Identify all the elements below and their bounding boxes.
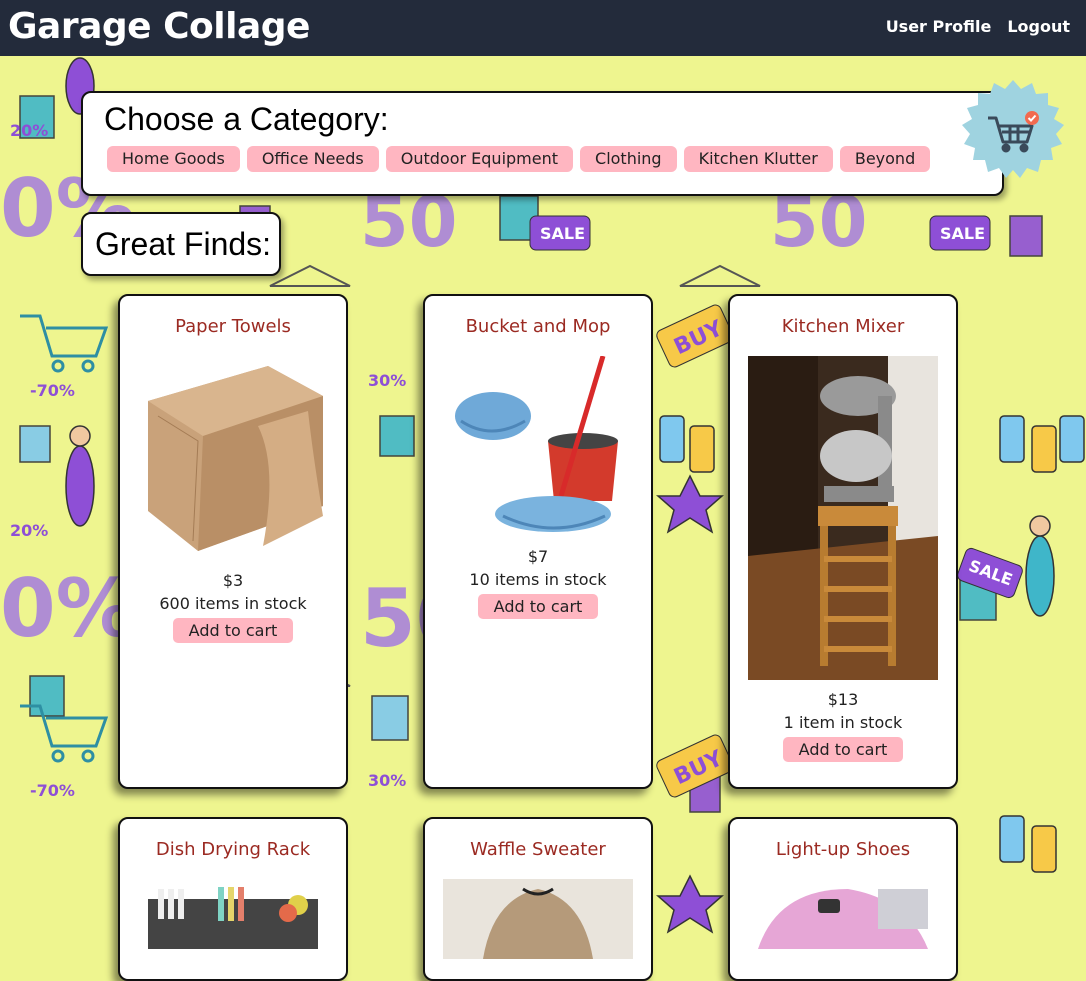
svg-text:SALE: SALE	[540, 224, 585, 243]
product-title: Paper Towels	[175, 316, 291, 337]
product-title: Dish Drying Rack	[155, 839, 311, 860]
top-navbar: Garage Collage User Profile Logout	[0, 0, 1086, 56]
category-beyond[interactable]: Beyond	[839, 146, 931, 172]
product-stock: 1 item in stock	[783, 713, 903, 732]
category-panel: Choose a Category: Home Goods Office Nee…	[81, 91, 1004, 196]
product-image-waffle-sweater[interactable]	[443, 879, 633, 959]
add-to-cart-button[interactable]: Add to cart	[782, 737, 904, 762]
svg-text:20%: 20%	[10, 121, 48, 140]
svg-text:SALE: SALE	[940, 224, 985, 243]
category-clothing[interactable]: Clothing	[580, 146, 677, 172]
nav-links: User Profile Logout	[886, 17, 1070, 36]
product-card-waffle-sweater: Waffle Sweater	[423, 817, 653, 981]
category-office-needs[interactable]: Office Needs	[246, 146, 379, 172]
svg-text:-70%: -70%	[30, 381, 75, 400]
product-title: Bucket and Mop	[465, 316, 611, 337]
svg-text:-70%: -70%	[30, 781, 75, 800]
category-outdoor-equipment[interactable]: Outdoor Equipment	[385, 146, 574, 172]
product-image-bucket-and-mop[interactable]	[443, 356, 633, 537]
great-finds-heading: Great Finds:	[95, 226, 272, 262]
product-card-paper-towels: Paper Towels $3 600 items in stock Add t…	[118, 294, 348, 789]
user-profile-link[interactable]: User Profile	[886, 17, 992, 36]
product-title: Waffle Sweater	[470, 839, 606, 860]
product-title: Light-up Shoes	[775, 839, 911, 860]
product-price: $3	[222, 571, 244, 590]
logout-link[interactable]: Logout	[1007, 17, 1070, 36]
great-finds-panel: Great Finds:	[81, 212, 281, 276]
product-image-kitchen-mixer[interactable]	[748, 356, 938, 680]
add-to-cart-button[interactable]: Add to cart	[477, 594, 599, 619]
product-card-kitchen-mixer: Kitchen Mixer $13 1 item in stock Add to…	[728, 294, 958, 789]
product-image-paper-towels[interactable]	[138, 356, 328, 561]
product-image-light-up-shoes[interactable]	[748, 879, 938, 959]
product-card-bucket-and-mop: Bucket and Mop $7 10 items in stock Add …	[423, 294, 653, 789]
product-price: $7	[527, 547, 549, 566]
category-heading: Choose a Category:	[104, 101, 389, 137]
svg-text:30%: 30%	[368, 371, 406, 390]
svg-text:0%: 0%	[0, 562, 136, 655]
product-stock: 600 items in stock	[159, 594, 307, 613]
svg-text:30%: 30%	[368, 771, 406, 790]
add-to-cart-button[interactable]: Add to cart	[172, 618, 294, 643]
product-card-dish-drying-rack: Dish Drying Rack	[118, 817, 348, 981]
svg-text:20%: 20%	[10, 521, 48, 540]
product-title: Kitchen Mixer	[781, 316, 905, 337]
category-kitchen-klutter[interactable]: Kitchen Klutter	[683, 146, 833, 172]
category-list: Home Goods Office Needs Outdoor Equipmen…	[107, 146, 931, 172]
product-stock: 10 items in stock	[469, 570, 607, 589]
category-home-goods[interactable]: Home Goods	[107, 146, 240, 172]
cart-button[interactable]	[962, 80, 1064, 182]
product-image-dish-drying-rack[interactable]	[138, 879, 328, 959]
brand-logo[interactable]: Garage Collage	[8, 4, 310, 50]
product-card-light-up-shoes: Light-up Shoes	[728, 817, 958, 981]
product-price: $13	[827, 690, 859, 709]
